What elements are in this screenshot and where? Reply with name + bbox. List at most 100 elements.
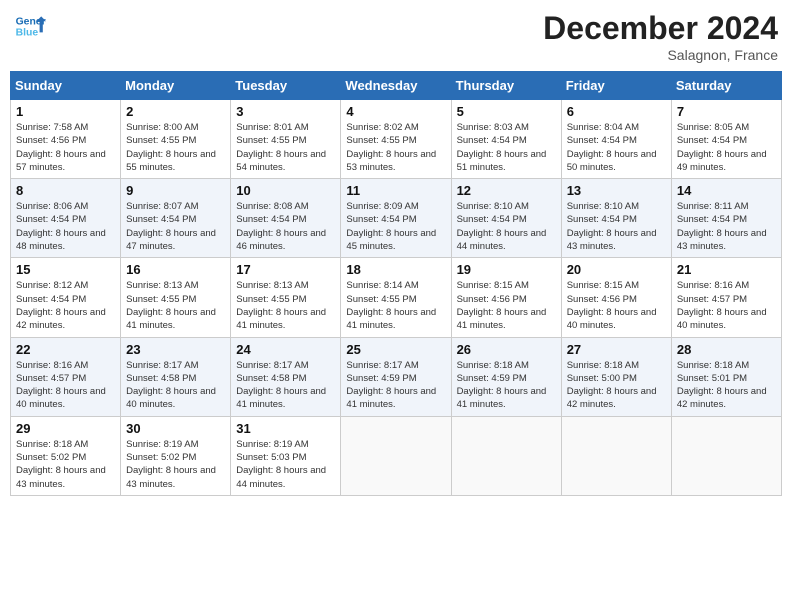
- weekday-header-saturday: Saturday: [671, 72, 781, 100]
- calendar-cell: [341, 416, 451, 495]
- calendar-week-4: 22 Sunrise: 8:16 AM Sunset: 4:57 PM Dayli…: [11, 337, 782, 416]
- day-number: 26: [457, 342, 556, 357]
- calendar-cell: 16 Sunrise: 8:13 AM Sunset: 4:55 PM Dayli…: [121, 258, 231, 337]
- day-number: 13: [567, 183, 666, 198]
- day-info: Sunrise: 8:15 AM Sunset: 4:56 PM Dayligh…: [567, 279, 666, 332]
- calendar-week-2: 8 Sunrise: 8:06 AM Sunset: 4:54 PM Daylig…: [11, 179, 782, 258]
- calendar-week-5: 29 Sunrise: 8:18 AM Sunset: 5:02 PM Dayli…: [11, 416, 782, 495]
- day-number: 29: [16, 421, 115, 436]
- day-info: Sunrise: 8:17 AM Sunset: 4:58 PM Dayligh…: [126, 359, 225, 412]
- day-number: 22: [16, 342, 115, 357]
- svg-text:Blue: Blue: [16, 28, 39, 39]
- logo: General Blue: [14, 10, 46, 42]
- day-info: Sunrise: 8:16 AM Sunset: 4:57 PM Dayligh…: [677, 279, 776, 332]
- day-number: 15: [16, 262, 115, 277]
- calendar-cell: 30Sunrise: 8:19 AM Sunset: 5:02 PM Dayli…: [121, 416, 231, 495]
- weekday-header-friday: Friday: [561, 72, 671, 100]
- day-info: Sunrise: 8:05 AM Sunset: 4:54 PM Dayligh…: [677, 121, 776, 174]
- calendar-cell: 8 Sunrise: 8:06 AM Sunset: 4:54 PM Daylig…: [11, 179, 121, 258]
- day-info: Sunrise: 8:16 AM Sunset: 4:57 PM Dayligh…: [16, 359, 115, 412]
- day-number: 31: [236, 421, 335, 436]
- calendar-cell: 31 Sunrise: 8:19 AM Sunset: 5:03 PM Dayli…: [231, 416, 341, 495]
- day-number: 17: [236, 262, 335, 277]
- calendar-cell: 2 Sunrise: 8:00 AM Sunset: 4:55 PM Daylig…: [121, 100, 231, 179]
- calendar-cell: 9 Sunrise: 8:07 AM Sunset: 4:54 PM Daylig…: [121, 179, 231, 258]
- calendar-cell: [451, 416, 561, 495]
- calendar-cell: 17 Sunrise: 8:13 AM Sunset: 4:55 PM Dayli…: [231, 258, 341, 337]
- day-info: Sunrise: 7:58 AM Sunset: 4:56 PM Dayligh…: [16, 121, 115, 174]
- day-number: 20: [567, 262, 666, 277]
- calendar-cell: 22 Sunrise: 8:16 AM Sunset: 4:57 PM Dayli…: [11, 337, 121, 416]
- calendar-cell: 5Sunrise: 8:03 AM Sunset: 4:54 PM Daylig…: [451, 100, 561, 179]
- day-info: Sunrise: 8:12 AM Sunset: 4:54 PM Dayligh…: [16, 279, 115, 332]
- calendar-cell: 11 Sunrise: 8:09 AM Sunset: 4:54 PM Dayli…: [341, 179, 451, 258]
- day-info: Sunrise: 8:06 AM Sunset: 4:54 PM Dayligh…: [16, 200, 115, 253]
- day-number: 10: [236, 183, 335, 198]
- calendar-cell: 25Sunrise: 8:17 AM Sunset: 4:59 PM Dayli…: [341, 337, 451, 416]
- day-info: Sunrise: 8:18 AM Sunset: 5:02 PM Dayligh…: [16, 438, 115, 491]
- day-number: 7: [677, 104, 776, 119]
- day-info: Sunrise: 8:13 AM Sunset: 4:55 PM Dayligh…: [236, 279, 335, 332]
- calendar-cell: 13Sunrise: 8:10 AM Sunset: 4:54 PM Dayli…: [561, 179, 671, 258]
- calendar-cell: [561, 416, 671, 495]
- day-number: 6: [567, 104, 666, 119]
- calendar-cell: 27Sunrise: 8:18 AM Sunset: 5:00 PM Dayli…: [561, 337, 671, 416]
- calendar-cell: 26Sunrise: 8:18 AM Sunset: 4:59 PM Dayli…: [451, 337, 561, 416]
- weekday-header-sunday: Sunday: [11, 72, 121, 100]
- calendar-cell: 7 Sunrise: 8:05 AM Sunset: 4:54 PM Daylig…: [671, 100, 781, 179]
- calendar-table: SundayMondayTuesdayWednesdayThursdayFrid…: [10, 71, 782, 496]
- day-number: 16: [126, 262, 225, 277]
- title-area: December 2024 Salagnon, France: [543, 10, 778, 63]
- calendar-cell: 28Sunrise: 8:18 AM Sunset: 5:01 PM Dayli…: [671, 337, 781, 416]
- calendar-cell: 24 Sunrise: 8:17 AM Sunset: 4:58 PM Dayli…: [231, 337, 341, 416]
- day-number: 2: [126, 104, 225, 119]
- day-number: 12: [457, 183, 556, 198]
- day-info: Sunrise: 8:11 AM Sunset: 4:54 PM Dayligh…: [677, 200, 776, 253]
- day-info: Sunrise: 8:13 AM Sunset: 4:55 PM Dayligh…: [126, 279, 225, 332]
- calendar-cell: 29 Sunrise: 8:18 AM Sunset: 5:02 PM Dayli…: [11, 416, 121, 495]
- day-number: 1: [16, 104, 115, 119]
- calendar-cell: 3Sunrise: 8:01 AM Sunset: 4:55 PM Daylig…: [231, 100, 341, 179]
- day-number: 9: [126, 183, 225, 198]
- day-number: 8: [16, 183, 115, 198]
- calendar-cell: 23 Sunrise: 8:17 AM Sunset: 4:58 PM Dayli…: [121, 337, 231, 416]
- day-number: 27: [567, 342, 666, 357]
- weekday-header-wednesday: Wednesday: [341, 72, 451, 100]
- day-info: Sunrise: 8:01 AM Sunset: 4:55 PM Dayligh…: [236, 121, 335, 174]
- calendar-cell: 15 Sunrise: 8:12 AM Sunset: 4:54 PM Dayli…: [11, 258, 121, 337]
- calendar-cell: 14 Sunrise: 8:11 AM Sunset: 4:54 PM Dayli…: [671, 179, 781, 258]
- calendar-cell: 4 Sunrise: 8:02 AM Sunset: 4:55 PM Daylig…: [341, 100, 451, 179]
- calendar-cell: 6 Sunrise: 8:04 AM Sunset: 4:54 PM Daylig…: [561, 100, 671, 179]
- day-info: Sunrise: 8:02 AM Sunset: 4:55 PM Dayligh…: [346, 121, 445, 174]
- day-info: Sunrise: 8:17 AM Sunset: 4:59 PM Dayligh…: [346, 359, 445, 412]
- calendar-cell: 20 Sunrise: 8:15 AM Sunset: 4:56 PM Dayli…: [561, 258, 671, 337]
- weekday-header-monday: Monday: [121, 72, 231, 100]
- day-info: Sunrise: 8:19 AM Sunset: 5:03 PM Dayligh…: [236, 438, 335, 491]
- day-number: 24: [236, 342, 335, 357]
- day-info: Sunrise: 8:04 AM Sunset: 4:54 PM Dayligh…: [567, 121, 666, 174]
- day-info: Sunrise: 8:08 AM Sunset: 4:54 PM Dayligh…: [236, 200, 335, 253]
- day-info: Sunrise: 8:10 AM Sunset: 4:54 PM Dayligh…: [457, 200, 556, 253]
- weekday-header-thursday: Thursday: [451, 72, 561, 100]
- header: General Blue December 2024 Salagnon, Fra…: [10, 10, 782, 63]
- calendar-cell: 12 Sunrise: 8:10 AM Sunset: 4:54 PM Dayli…: [451, 179, 561, 258]
- day-number: 18: [346, 262, 445, 277]
- day-number: 23: [126, 342, 225, 357]
- calendar-cell: 10 Sunrise: 8:08 AM Sunset: 4:54 PM Dayli…: [231, 179, 341, 258]
- day-number: 11: [346, 183, 445, 198]
- day-info: Sunrise: 8:09 AM Sunset: 4:54 PM Dayligh…: [346, 200, 445, 253]
- day-info: Sunrise: 8:00 AM Sunset: 4:55 PM Dayligh…: [126, 121, 225, 174]
- weekday-header-tuesday: Tuesday: [231, 72, 341, 100]
- calendar-cell: 18Sunrise: 8:14 AM Sunset: 4:55 PM Dayli…: [341, 258, 451, 337]
- day-info: Sunrise: 8:15 AM Sunset: 4:56 PM Dayligh…: [457, 279, 556, 332]
- calendar-cell: 19Sunrise: 8:15 AM Sunset: 4:56 PM Dayli…: [451, 258, 561, 337]
- day-number: 14: [677, 183, 776, 198]
- calendar-cell: 1 Sunrise: 7:58 AM Sunset: 4:56 PM Daylig…: [11, 100, 121, 179]
- month-title: December 2024: [543, 10, 778, 47]
- day-info: Sunrise: 8:17 AM Sunset: 4:58 PM Dayligh…: [236, 359, 335, 412]
- day-info: Sunrise: 8:07 AM Sunset: 4:54 PM Dayligh…: [126, 200, 225, 253]
- day-number: 4: [346, 104, 445, 119]
- calendar-cell: 21Sunrise: 8:16 AM Sunset: 4:57 PM Dayli…: [671, 258, 781, 337]
- calendar-week-1: 1 Sunrise: 7:58 AM Sunset: 4:56 PM Daylig…: [11, 100, 782, 179]
- day-info: Sunrise: 8:19 AM Sunset: 5:02 PM Dayligh…: [126, 438, 225, 491]
